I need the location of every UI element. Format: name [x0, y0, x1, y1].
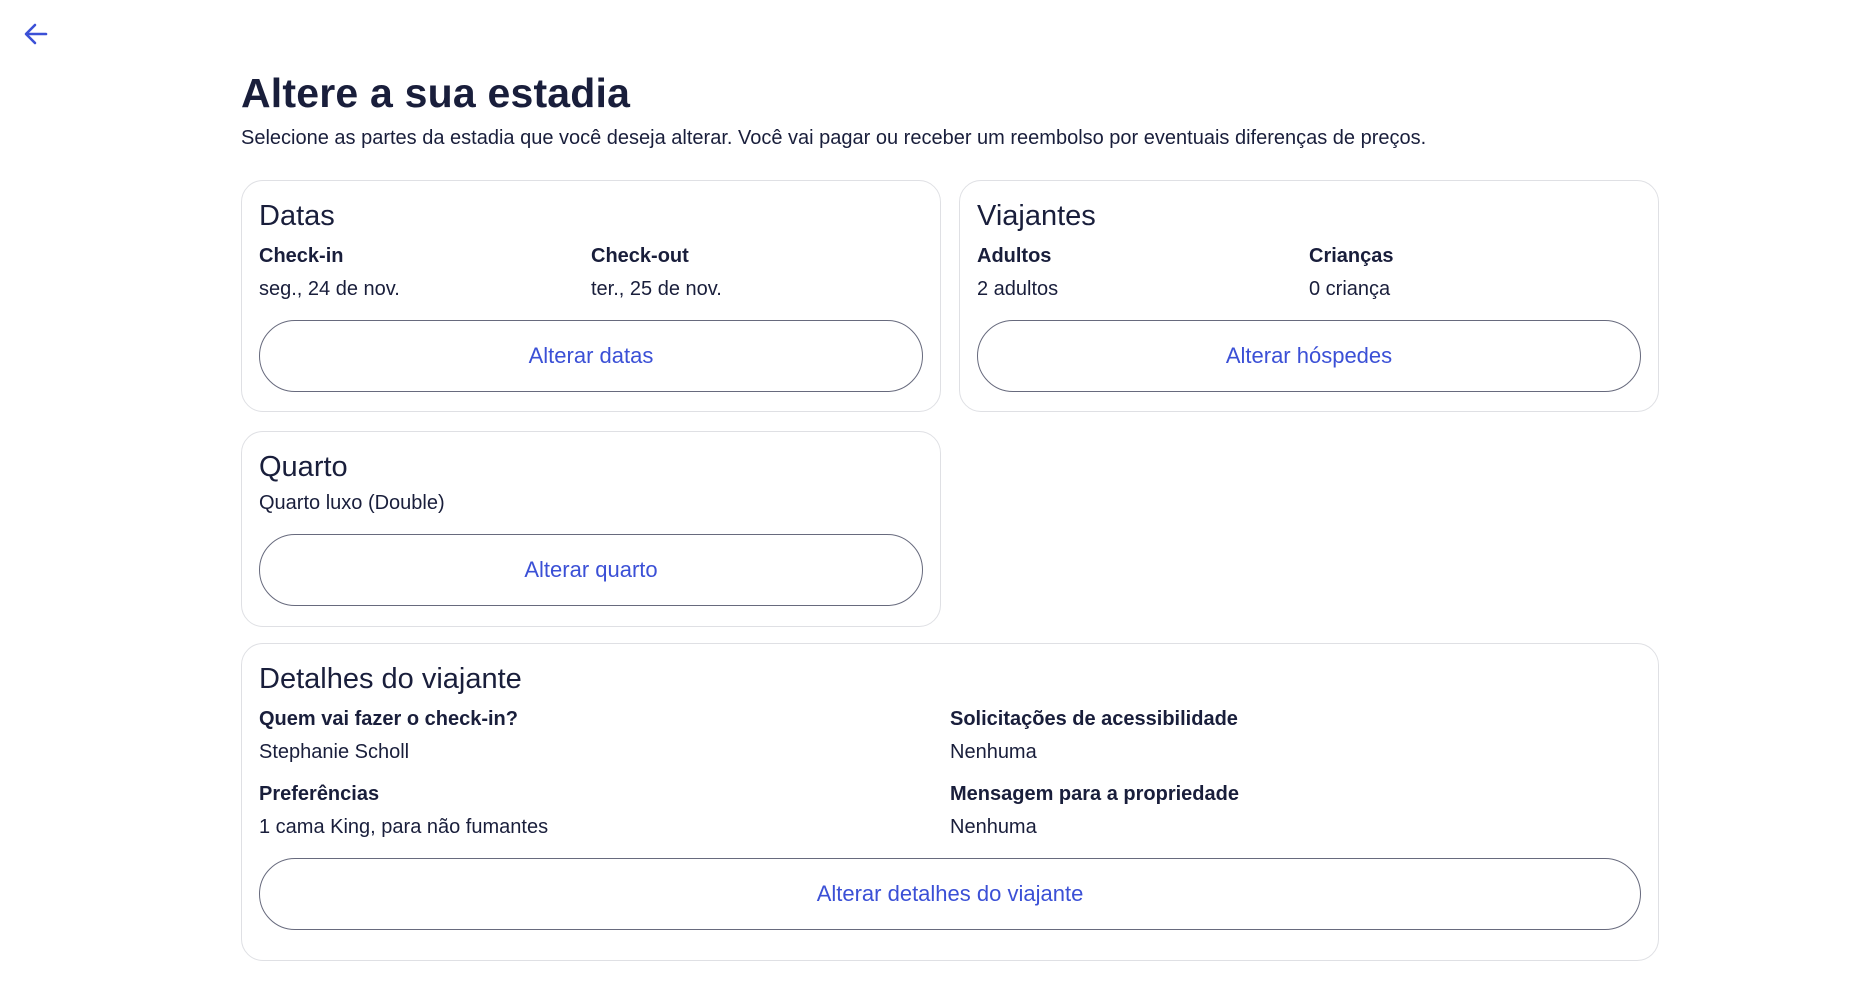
adults-label: Adultos [977, 245, 1052, 267]
checkin-field: Check-in seg., 24 de nov. [259, 243, 591, 302]
page-subtitle: Selecione as partes da estadia que você … [241, 127, 1427, 149]
preferences-value: 1 cama King, para não fumantes [259, 816, 549, 838]
children-label: Crianças [1309, 245, 1394, 267]
change-guests-button[interactable]: Alterar hóspedes [977, 320, 1641, 392]
dates-card: Datas Check-in seg., 24 de nov. Check-ou… [241, 180, 941, 412]
room-value: Quarto luxo (Double) [259, 492, 445, 514]
room-card: Quarto Quarto luxo (Double) Alterar quar… [241, 431, 941, 627]
change-stay-page: Altere a sua estadia Selecione as partes… [241, 68, 1656, 150]
property-message-value: Nenhuma [950, 816, 1037, 838]
accessibility-label: Solicitações de acessibilidade [950, 708, 1238, 730]
change-dates-button[interactable]: Alterar datas [259, 320, 923, 392]
accessibility-field: Solicitações de acessibilidade Nenhuma [950, 706, 1641, 765]
travelers-card: Viajantes Adultos 2 adultos Crianças 0 c… [959, 180, 1659, 412]
room-card-title: Quarto [259, 451, 348, 483]
page-title: Altere a sua estadia [241, 70, 631, 116]
children-field: Crianças 0 criança [1309, 243, 1641, 302]
checkout-value: ter., 25 de nov. [591, 278, 722, 300]
arrow-left-icon [21, 19, 51, 54]
adults-field: Adultos 2 adultos [977, 243, 1309, 302]
children-value: 0 criança [1309, 278, 1391, 300]
checkin-label: Check-in [259, 245, 344, 267]
checkout-label: Check-out [591, 245, 689, 267]
checkout-field: Check-out ter., 25 de nov. [591, 243, 923, 302]
preferences-field: Preferências 1 cama King, para não fuman… [259, 781, 950, 840]
traveler-details-title: Detalhes do viajante [259, 663, 522, 695]
preferences-label: Preferências [259, 783, 380, 805]
checkin-person-label: Quem vai fazer o check-in? [259, 708, 518, 730]
dates-card-title: Datas [259, 200, 335, 232]
property-message-label: Mensagem para a propriedade [950, 783, 1239, 805]
travelers-card-title: Viajantes [977, 200, 1096, 232]
adults-value: 2 adultos [977, 278, 1059, 300]
traveler-details-card: Detalhes do viajante Quem vai fazer o ch… [241, 643, 1659, 961]
property-message-field: Mensagem para a propriedade Nenhuma [950, 781, 1641, 840]
back-button[interactable] [18, 18, 54, 54]
change-traveler-details-button[interactable]: Alterar detalhes do viajante [259, 858, 1641, 930]
checkin-person-field: Quem vai fazer o check-in? Stephanie Sch… [259, 706, 950, 765]
checkin-value: seg., 24 de nov. [259, 278, 400, 300]
change-room-button[interactable]: Alterar quarto [259, 534, 923, 606]
checkin-person-value: Stephanie Scholl [259, 741, 410, 763]
accessibility-value: Nenhuma [950, 741, 1037, 763]
